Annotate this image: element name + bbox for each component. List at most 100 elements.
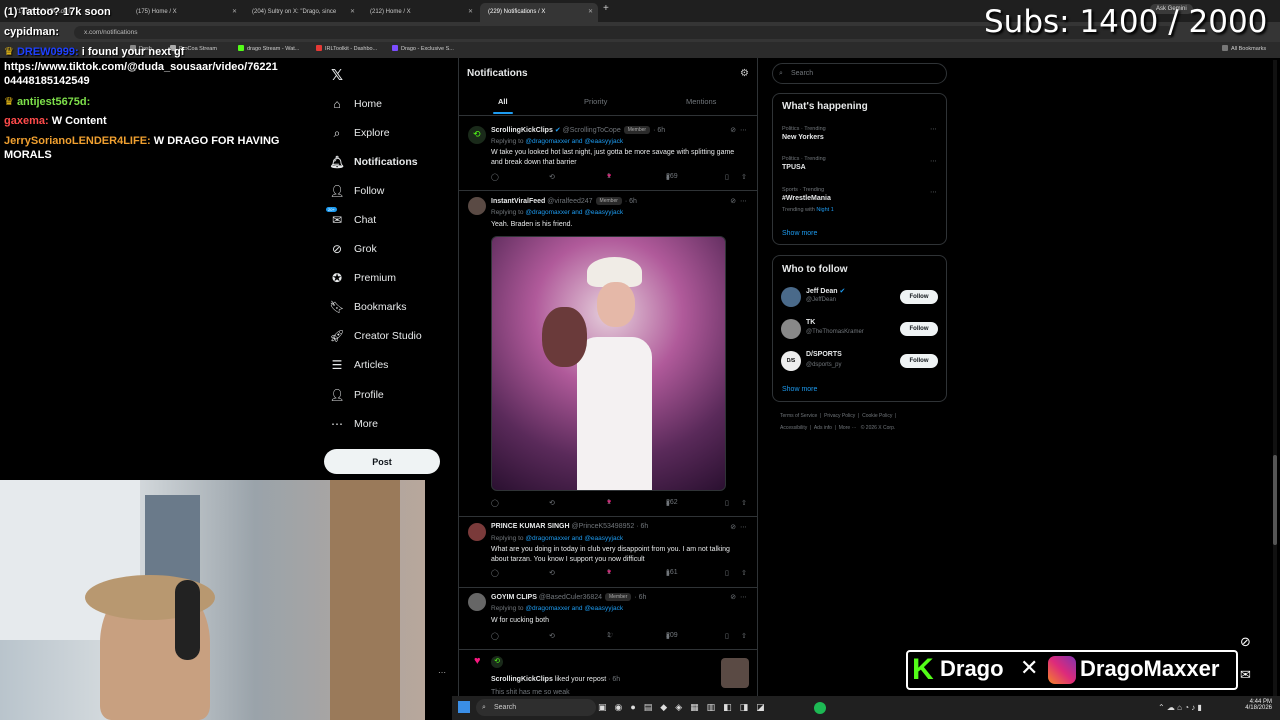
tweet-options[interactable]: ⊘ ⋯ <box>730 593 747 601</box>
close-icon[interactable]: ✕ <box>350 3 355 22</box>
display-name[interactable]: ScrollingKickClips <box>491 127 553 134</box>
display-name[interactable]: PRINCE KUMAR SINGH <box>491 523 570 530</box>
suggested-user-name[interactable]: D/SPORTS <box>806 351 842 358</box>
tab-all[interactable]: All <box>498 97 508 106</box>
post-button[interactable]: Post <box>324 449 440 474</box>
display-name[interactable]: GOYIM CLIPS <box>491 594 537 601</box>
bookmark-icon[interactable]: ▯ <box>725 173 729 181</box>
reply-icon[interactable]: ◯ <box>491 173 499 181</box>
reply-mentions[interactable]: @dragomaxxer and @eaasyyjack <box>525 535 623 542</box>
more-icon[interactable]: ⋯ <box>740 524 747 531</box>
footer-link[interactable]: More ··· <box>839 425 857 431</box>
bookmark-item[interactable]: IRLToolkit - Dashbo... <box>316 45 377 52</box>
grok-icon[interactable]: ⊘ <box>730 524 736 531</box>
more-icon[interactable]: ⋯ <box>930 125 937 133</box>
nav-chat[interactable]: ✉ 20+ Chat <box>326 207 376 230</box>
footer-link[interactable]: Ads info <box>814 425 832 431</box>
reply-mentions[interactable]: @dragomaxxer and @eaasyyjack <box>525 605 623 612</box>
nav-home[interactable]: ⌂ Home <box>330 94 382 114</box>
grok-icon[interactable]: ⊘ <box>730 198 736 205</box>
tweet[interactable]: GOYIM CLIPS @BasedCuler36824 Member · 6h ⊘… <box>459 588 757 650</box>
nav-bookmarks[interactable]: 🔖︎ Bookmarks <box>329 297 406 317</box>
share-icon[interactable]: ⇧ <box>741 632 747 640</box>
tab-mentions[interactable]: Mentions <box>686 97 716 106</box>
reply-mentions[interactable]: @dragomaxxer and @eaasyyjack <box>525 138 623 145</box>
more-icon[interactable]: ⋯ <box>740 198 747 205</box>
tweet[interactable]: PRINCE KUMAR SINGH @PrinceK53498952 · 6h… <box>459 517 757 588</box>
taskbar-search[interactable]: ⌕ Search <box>476 699 596 716</box>
clock[interactable]: 4:44 PM 4/18/2026 <box>1222 699 1272 711</box>
windows-start-icon[interactable] <box>458 701 470 713</box>
grok-floating-icon[interactable]: ⊘ <box>1240 634 1251 650</box>
reply-icon[interactable]: ◯ <box>491 569 499 577</box>
messages-floating-icon[interactable]: ✉ <box>1240 667 1251 683</box>
search-input[interactable]: ⌕ Search <box>772 63 947 84</box>
trend-item[interactable]: New Yorkers <box>782 134 824 141</box>
grok-icon[interactable]: ⊘ <box>730 127 736 134</box>
nav-articles[interactable]: ☰ Articles <box>330 355 389 375</box>
reply-mentions[interactable]: @dragomaxxer and @eaasyyjack <box>525 209 623 216</box>
tweet-media-image[interactable] <box>491 236 726 491</box>
tweet-options[interactable]: ⊘ ⋯ <box>730 523 747 531</box>
new-tab-icon[interactable]: + <box>603 3 609 14</box>
repost-thumbnail[interactable] <box>721 658 749 688</box>
settings-gear-icon[interactable]: ⚙ <box>740 68 749 79</box>
all-bookmarks[interactable]: All Bookmarks <box>1222 45 1266 52</box>
nav-follow[interactable]: 👤︎ Follow <box>329 181 384 201</box>
more-icon[interactable]: ⋯ <box>930 157 937 165</box>
retweet-icon[interactable]: ⟲ <box>549 499 555 507</box>
bookmark-item[interactable]: drago Stream - Wat... <box>238 45 299 52</box>
retweet-icon[interactable]: ⟲ <box>549 632 555 640</box>
like-notification[interactable]: ♥ ⟲ ScrollingKickClips liked your repost… <box>459 650 757 696</box>
nav-notifications[interactable]: 🔔︎ Notifications <box>329 152 417 172</box>
display-name[interactable]: InstantViralFeed <box>491 198 545 205</box>
tweet-options[interactable]: ⊘ ⋯ <box>730 197 747 205</box>
scrollbar-track[interactable] <box>1273 60 1277 696</box>
nav-grok[interactable]: ⊘ Grok <box>330 239 377 259</box>
footer-link[interactable]: Terms of Service <box>780 413 817 419</box>
more-icon[interactable]: ⋯ <box>930 188 937 196</box>
footer-link[interactable]: Accessibility <box>780 425 807 431</box>
browser-tab-active[interactable]: (229) Notifications / X ✕ <box>480 3 598 22</box>
bookmark-icon[interactable]: ▯ <box>725 632 729 640</box>
tab-priority[interactable]: Priority <box>584 97 607 106</box>
reply-icon[interactable]: ◯ <box>491 499 499 507</box>
follow-button[interactable]: Follow <box>900 290 938 304</box>
reply-icon[interactable]: ◯ <box>491 632 499 640</box>
retweet-icon[interactable]: ⟲ <box>549 173 555 181</box>
footer-link[interactable]: Cookie Policy <box>862 413 892 419</box>
browser-tab[interactable]: (212) Home / X ✕ <box>362 3 478 22</box>
show-more-link[interactable]: Show more <box>782 230 817 237</box>
retweet-icon[interactable]: ⟲ <box>549 569 555 577</box>
close-icon[interactable]: ✕ <box>468 3 473 22</box>
follow-button[interactable]: Follow <box>900 354 938 368</box>
more-icon[interactable]: ⋯ <box>740 127 747 134</box>
avatar[interactable] <box>781 287 801 307</box>
show-more-link[interactable]: Show more <box>782 386 817 393</box>
nav-profile[interactable]: 👤︎ Profile <box>329 385 383 405</box>
avatar[interactable] <box>468 197 486 215</box>
taskbar-apps[interactable]: ▣◉●▤◆◈▦▥◧◨◪ <box>598 702 773 713</box>
grok-icon[interactable]: ⊘ <box>730 594 736 601</box>
tweet-options[interactable]: ⊘ ⋯ <box>730 126 747 134</box>
avatar[interactable] <box>468 523 486 541</box>
x-logo-icon[interactable]: 𝕏 <box>331 66 343 84</box>
trend-sub-link[interactable]: Night 1 <box>816 207 833 213</box>
browser-tab[interactable]: (204) Sultry on X: "Drago, since ✕ <box>244 3 360 22</box>
nav-premium[interactable]: ✪ Premium <box>330 268 396 288</box>
scrollbar-thumb[interactable] <box>1273 455 1277 545</box>
tweet[interactable]: InstantViralFeed @viralfeed247 Member · 6h… <box>459 191 757 517</box>
tweet[interactable]: ⟲ ScrollingKickClips ✔ @ScrollingToCope M… <box>459 118 757 191</box>
follow-button[interactable]: Follow <box>900 322 938 336</box>
avatar[interactable]: ⟲ <box>491 656 503 668</box>
trend-item[interactable]: TPUSA <box>782 164 806 171</box>
account-menu-icon[interactable]: ⋯ <box>438 668 446 677</box>
close-icon[interactable]: ✕ <box>232 3 237 22</box>
avatar[interactable]: ⟲ <box>468 126 486 144</box>
avatar[interactable]: D/S <box>781 351 801 371</box>
nav-more[interactable]: ⋯ More <box>330 414 378 434</box>
share-icon[interactable]: ⇧ <box>741 173 747 181</box>
browser-tab[interactable]: (175) Home / X ✕ <box>128 3 242 22</box>
nav-explore[interactable]: ⌕ Explore <box>330 123 390 143</box>
share-icon[interactable]: ⇧ <box>741 499 747 507</box>
